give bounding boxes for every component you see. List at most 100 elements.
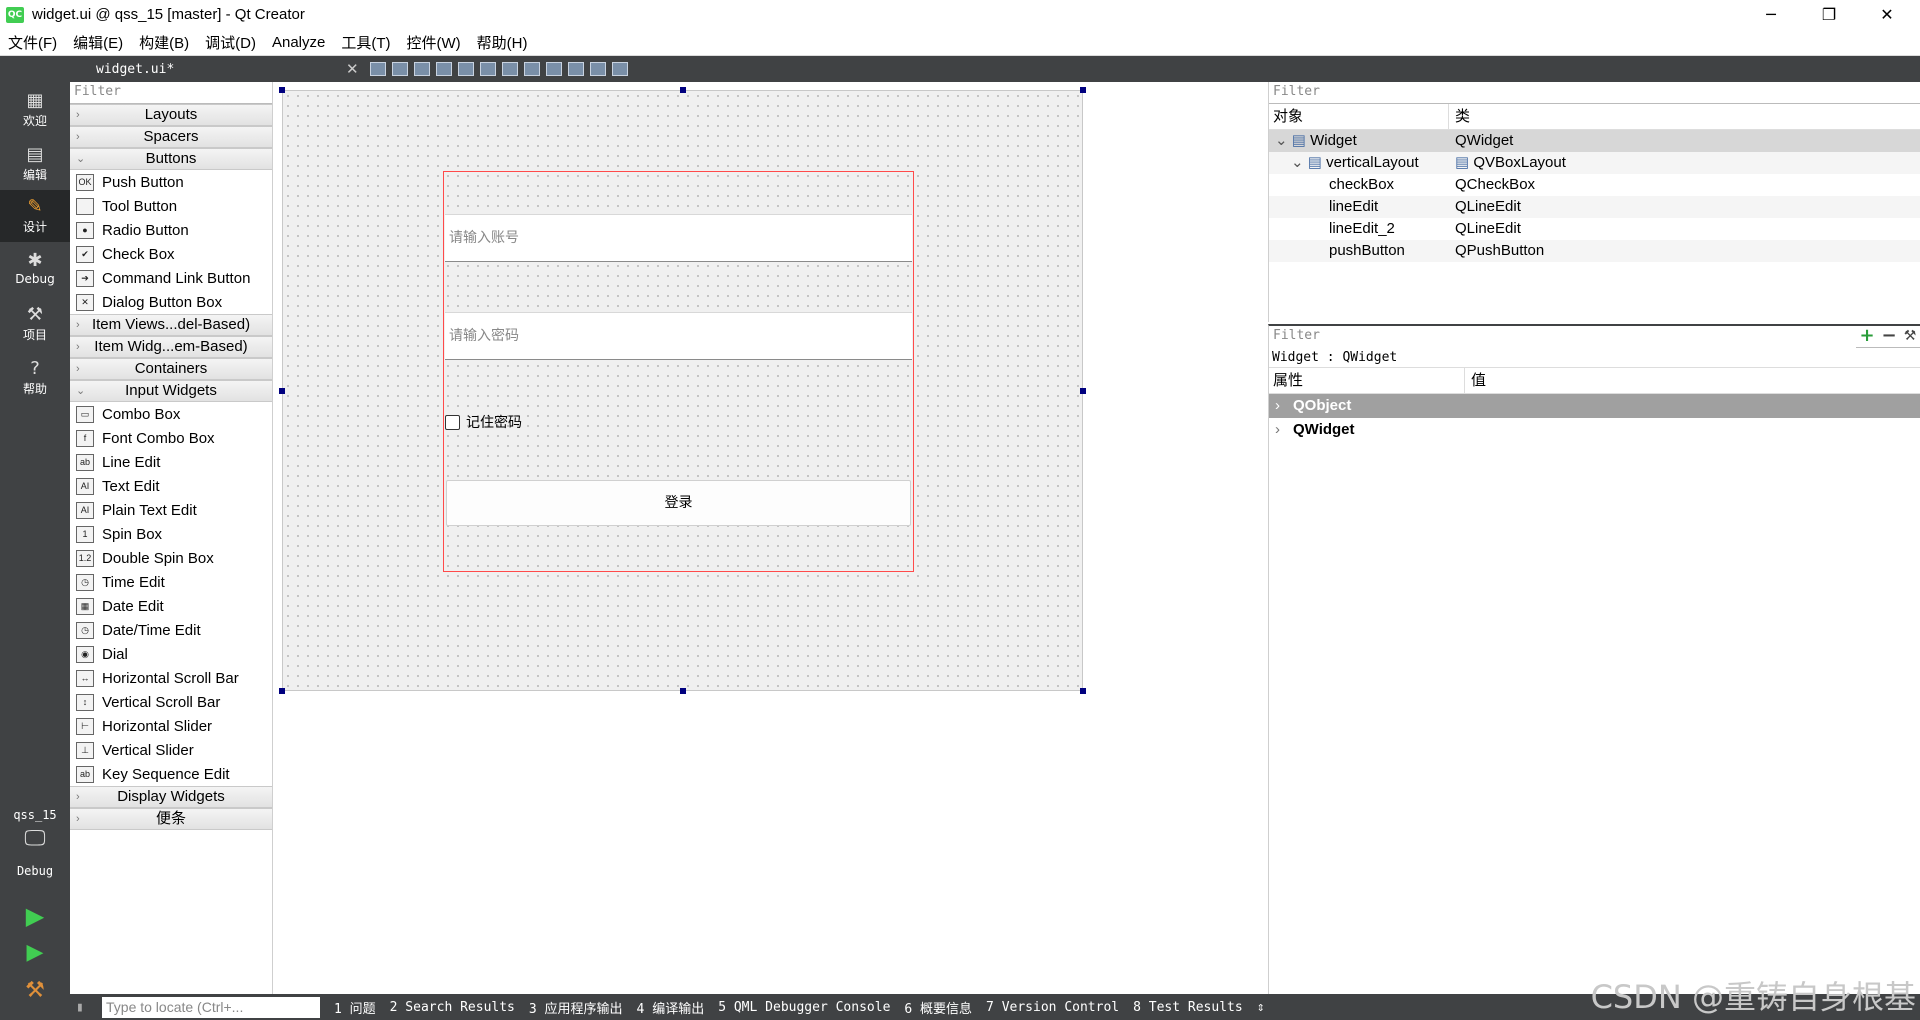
object-filter-input[interactable]: Filter: [1269, 82, 1920, 104]
object-tree-row[interactable]: lineEdit_2 QLineEdit: [1269, 218, 1920, 240]
edit-signals-icon[interactable]: [391, 62, 408, 76]
chevron-down-icon[interactable]: ⌄: [1291, 154, 1308, 171]
menu-build[interactable]: 构建(B): [131, 32, 197, 53]
edit-buddies-icon[interactable]: [413, 62, 430, 76]
resize-handle[interactable]: [1080, 388, 1086, 394]
category-spacers[interactable]: › Spacers: [70, 126, 272, 148]
kit-selector-monitor-icon[interactable]: 🖵: [0, 826, 70, 851]
layout-v-splitter-icon[interactable]: [523, 62, 540, 76]
widget-item-dialog-button-box[interactable]: ✕ Dialog Button Box: [70, 290, 272, 314]
layout-horizontal-icon[interactable]: [457, 62, 474, 76]
category-item-widgets[interactable]: › Item Widg...em-Based): [70, 336, 272, 358]
widget-item-dial[interactable]: ◉ Dial: [70, 642, 272, 666]
debug-run-icon[interactable]: ▶: [0, 940, 70, 965]
tab-compile-output[interactable]: 4 编译输出: [637, 998, 705, 1017]
widget-item-tool-button[interactable]: Tool Button: [70, 194, 272, 218]
widget-item-date-time-edit[interactable]: ◷ Date/Time Edit: [70, 618, 272, 642]
layout-vertical-icon[interactable]: [479, 62, 496, 76]
run-icon[interactable]: ▶: [0, 902, 70, 930]
widget-item-key-sequence-edit[interactable]: ab Key Sequence Edit: [70, 762, 272, 786]
mode-edit[interactable]: ▤ 编辑: [0, 138, 70, 190]
widget-item-font-combo-box[interactable]: f Font Combo Box: [70, 426, 272, 450]
object-tree-row[interactable]: checkBox QCheckBox: [1269, 174, 1920, 196]
property-group-qwidget[interactable]: › QWidget: [1269, 418, 1920, 442]
widget-item-check-box[interactable]: ✔ Check Box: [70, 242, 272, 266]
tab-issues[interactable]: 1 问题: [334, 998, 376, 1017]
close-document-icon[interactable]: ✕: [346, 60, 359, 78]
add-property-icon[interactable]: +: [1856, 326, 1878, 347]
tab-version-control[interactable]: 7 Version Control: [986, 1000, 1119, 1015]
tab-application-output[interactable]: 3 应用程序输出: [529, 998, 623, 1017]
resize-handle[interactable]: [1080, 688, 1086, 694]
minimize-button[interactable]: ─: [1742, 0, 1800, 29]
widget-item-radio-button[interactable]: ● Radio Button: [70, 218, 272, 242]
remember-checkbox[interactable]: 记住密码: [445, 412, 522, 432]
widget-item-date-edit[interactable]: ▦ Date Edit: [70, 594, 272, 618]
widget-item-horizontal-scroll-bar[interactable]: ↔ Horizontal Scroll Bar: [70, 666, 272, 690]
widget-item-text-edit[interactable]: AI Text Edit: [70, 474, 272, 498]
resize-handle[interactable]: [680, 688, 686, 694]
password-line-edit[interactable]: 请输入密码: [445, 312, 912, 360]
edit-tab-order-icon[interactable]: [435, 62, 452, 76]
toggle-sidebar-icon[interactable]: ▮: [76, 1000, 84, 1015]
widget-item-push-button[interactable]: OK Push Button: [70, 170, 272, 194]
property-filter-input[interactable]: Filter: [1269, 326, 1856, 348]
vertical-layout[interactable]: 请输入账号 请输入密码 记住密码 登录: [443, 171, 914, 572]
widget-item-line-edit[interactable]: ab Line Edit: [70, 450, 272, 474]
form-widget[interactable]: 请输入账号 请输入密码 记住密码 登录: [282, 90, 1083, 691]
open-file-combo[interactable]: widget.ui*: [96, 62, 346, 77]
break-layout-icon[interactable]: [589, 62, 606, 76]
mode-help[interactable]: ? 帮助: [0, 352, 70, 404]
widget-item-vertical-scroll-bar[interactable]: ↕ Vertical Scroll Bar: [70, 690, 272, 714]
tab-general-messages[interactable]: 6 概要信息: [904, 998, 972, 1017]
category-input-widgets[interactable]: ⌄ Input Widgets: [70, 380, 272, 402]
menu-file[interactable]: 文件(F): [0, 32, 65, 53]
mode-projects[interactable]: ⚒ 项目: [0, 298, 70, 350]
category-scratchpad[interactable]: › 便条: [70, 808, 272, 830]
property-group-qobject[interactable]: › QObject: [1269, 394, 1920, 418]
adjust-size-icon[interactable]: [611, 62, 628, 76]
remove-property-icon[interactable]: −: [1878, 326, 1900, 347]
tab-search-results[interactable]: 2 Search Results: [390, 1000, 515, 1015]
menu-help[interactable]: 帮助(H): [469, 32, 536, 53]
widget-item-double-spin-box[interactable]: 1.2 Double Spin Box: [70, 546, 272, 570]
chevron-updown-icon[interactable]: ⇕: [1257, 1000, 1265, 1015]
widget-item-time-edit[interactable]: ◷ Time Edit: [70, 570, 272, 594]
tab-qml-debugger-console[interactable]: 5 QML Debugger Console: [718, 1000, 890, 1015]
widget-item-command-link-button[interactable]: ➔ Command Link Button: [70, 266, 272, 290]
category-item-views[interactable]: › Item Views...del-Based): [70, 314, 272, 336]
resize-handle[interactable]: [1080, 87, 1086, 93]
layout-grid-icon[interactable]: [545, 62, 562, 76]
category-containers[interactable]: › Containers: [70, 358, 272, 380]
menu-debug[interactable]: 调试(D): [197, 32, 264, 53]
locator-input[interactable]: Type to locate (Ctrl+...: [102, 996, 320, 1018]
configure-wrench-icon[interactable]: ⚒: [1900, 326, 1920, 347]
widget-item-vertical-slider[interactable]: ⊥ Vertical Slider: [70, 738, 272, 762]
widgetbox-filter-input[interactable]: Filter: [70, 82, 272, 104]
category-layouts[interactable]: › Layouts: [70, 104, 272, 126]
login-button[interactable]: 登录: [446, 480, 911, 526]
username-line-edit[interactable]: 请输入账号: [445, 214, 912, 262]
menu-analyze[interactable]: Analyze: [264, 34, 333, 51]
object-tree-row[interactable]: lineEdit QLineEdit: [1269, 196, 1920, 218]
chevron-down-icon[interactable]: ⌄: [1275, 132, 1292, 149]
layout-form-icon[interactable]: [567, 62, 584, 76]
widget-item-plain-text-edit[interactable]: AI Plain Text Edit: [70, 498, 272, 522]
layout-h-splitter-icon[interactable]: [501, 62, 518, 76]
widget-item-combo-box[interactable]: ▭ Combo Box: [70, 402, 272, 426]
object-tree-row[interactable]: ⌄ ▤ Widget QWidget: [1269, 130, 1920, 152]
restore-button[interactable]: ❐: [1800, 0, 1858, 29]
resize-handle[interactable]: [680, 87, 686, 93]
menu-widgets[interactable]: 控件(W): [399, 32, 469, 53]
category-buttons[interactable]: ⌄ Buttons: [70, 148, 272, 170]
menu-edit[interactable]: 编辑(E): [65, 32, 131, 53]
mode-welcome[interactable]: ▦ 欢迎: [0, 84, 70, 136]
object-tree-row[interactable]: pushButton QPushButton: [1269, 240, 1920, 262]
edit-widgets-icon[interactable]: [369, 62, 386, 76]
resize-handle[interactable]: [279, 388, 285, 394]
widget-item-horizontal-slider[interactable]: ⊢ Horizontal Slider: [70, 714, 272, 738]
tab-test-results[interactable]: 8 Test Results: [1133, 1000, 1243, 1015]
mode-debug[interactable]: ✱ Debug: [0, 244, 70, 296]
close-window-button[interactable]: ✕: [1858, 0, 1916, 29]
menu-tools[interactable]: 工具(T): [333, 32, 398, 53]
